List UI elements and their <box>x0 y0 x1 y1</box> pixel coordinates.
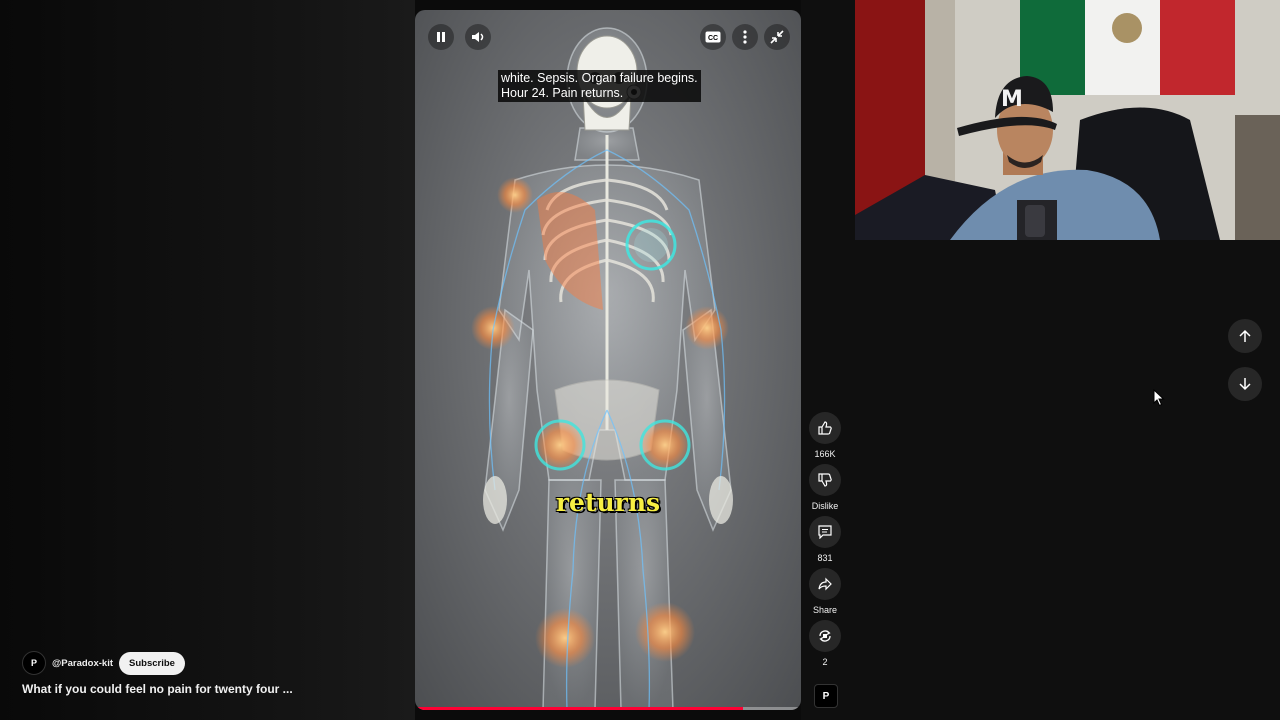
comments-button[interactable] <box>809 516 841 548</box>
comments-count: 831 <box>817 553 833 563</box>
progress-bar[interactable] <box>415 707 801 710</box>
like-count: 166K <box>814 449 836 459</box>
caption-line-2: Hour 24. Pain returns. <box>501 86 624 100</box>
mouse-cursor-icon <box>1153 389 1165 407</box>
sound-channel-thumbnail[interactable]: P <box>814 684 838 708</box>
arrow-up-icon <box>1239 329 1251 342</box>
caption-box: white. Sepsis. Organ failure begins. Hou… <box>498 70 701 102</box>
remix-button[interactable] <box>809 620 841 652</box>
volume-icon <box>472 32 484 42</box>
volume-button[interactable] <box>465 24 491 50</box>
remix-count: 2 <box>822 657 828 667</box>
captions-button[interactable]: CC <box>700 24 726 50</box>
remix-icon <box>819 630 831 642</box>
share-action: Share <box>805 568 845 615</box>
subscribe-button[interactable]: Subscribe <box>119 651 185 675</box>
like-button[interactable] <box>809 412 841 444</box>
share-label: Share <box>812 605 838 615</box>
channel-handle[interactable]: @Paradox-kit <box>52 658 113 669</box>
anatomy-figure <box>471 27 733 710</box>
collapse-icon <box>770 30 784 44</box>
comments-action: 831 <box>805 516 845 563</box>
video-title[interactable]: What if you could feel no pain for twent… <box>22 682 293 696</box>
dislike-button[interactable] <box>809 464 841 496</box>
share-button[interactable] <box>809 568 841 600</box>
video-player[interactable]: CC white. Sepsis. Organ failure begins. … <box>415 10 801 710</box>
svg-text:CC: CC <box>708 35 718 42</box>
thumbs-up-icon <box>818 421 832 435</box>
svg-text:M: M <box>1001 87 1023 112</box>
arrow-down-icon <box>1239 378 1251 391</box>
channel-avatar[interactable]: P <box>22 651 46 675</box>
next-video-button[interactable] <box>1228 367 1262 401</box>
comment-icon <box>818 525 832 539</box>
dislike-action: Dislike <box>805 464 845 511</box>
dislike-label: Dislike <box>811 501 839 511</box>
webcam-feed: M <box>855 0 1280 240</box>
remix-action: 2 <box>805 620 845 667</box>
thumbs-down-icon <box>818 473 832 487</box>
progress-fill <box>415 707 744 710</box>
left-backdrop <box>0 0 415 720</box>
channel-row: P @Paradox-kit Subscribe <box>22 651 185 675</box>
share-icon <box>818 577 832 591</box>
caption-line-1: white. Sepsis. Organ failure begins. <box>501 71 698 85</box>
previous-video-button[interactable] <box>1228 319 1262 353</box>
captions-icon: CC <box>705 31 721 43</box>
pause-button[interactable] <box>428 24 454 50</box>
pause-icon <box>437 32 445 42</box>
like-action: 166K <box>805 412 845 459</box>
more-options-button[interactable] <box>732 24 758 50</box>
webcam-overlay: M <box>855 0 1280 240</box>
overlay-word: returns <box>555 488 661 517</box>
collapse-button[interactable] <box>764 24 790 50</box>
more-icon <box>743 30 747 44</box>
